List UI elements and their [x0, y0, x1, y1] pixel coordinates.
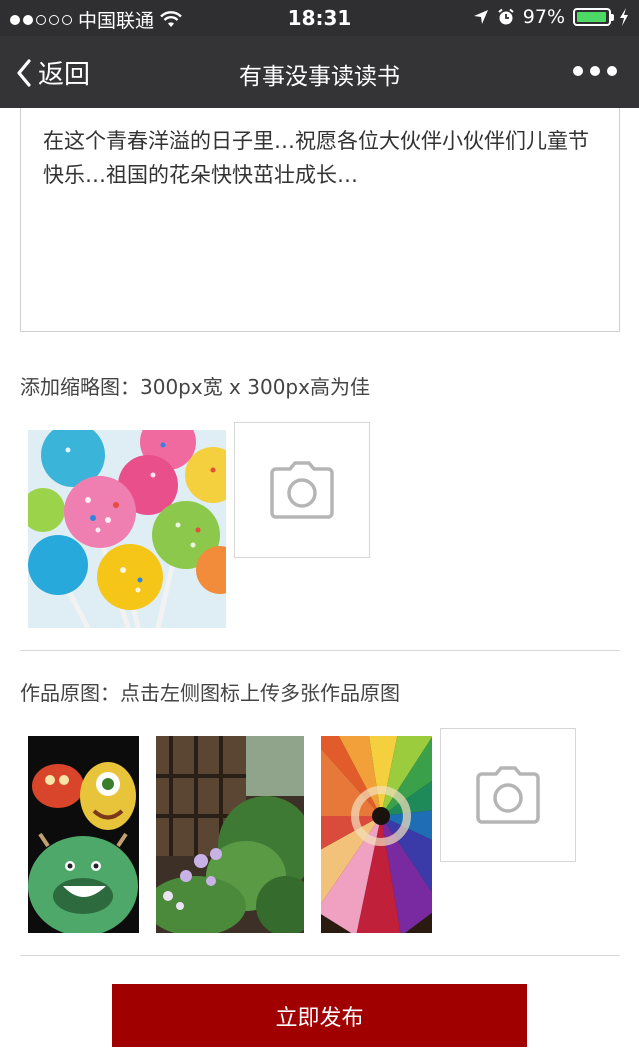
thumbnail-image[interactable]: [28, 430, 226, 628]
cake-pops-image: [28, 430, 226, 628]
battery-icon: [573, 8, 614, 26]
original-image-3[interactable]: [321, 736, 432, 933]
divider: [20, 650, 620, 651]
publish-button[interactable]: 立即发布: [112, 984, 527, 1047]
monsters-image: [28, 736, 139, 933]
original-upload-button[interactable]: [440, 728, 576, 862]
original-image-1[interactable]: [28, 736, 139, 933]
camera-icon: [476, 766, 540, 824]
camera-icon: [270, 461, 334, 519]
more-button[interactable]: [573, 58, 617, 84]
battery-percent: 97%: [522, 6, 565, 28]
content-textarea[interactable]: 在这个青春洋溢的日子里…祝愿各位大伙伴小伙伴们儿童节快乐…祖国的花朵快快茁壮成长…: [20, 108, 620, 332]
status-bar: 中国联通 18:31 97%: [0, 0, 639, 36]
charging-icon: [620, 8, 628, 26]
nav-bar: 返回 有事没事读读书: [0, 36, 639, 108]
divider: [20, 955, 620, 956]
page-title: 有事没事读读书: [239, 64, 400, 90]
garden-image: [156, 736, 304, 933]
original-image-2[interactable]: [156, 736, 304, 933]
colored-pencils-image: [321, 736, 432, 933]
more-dots-icon: [573, 66, 583, 76]
location-arrow-icon: [473, 10, 488, 24]
thumbnail-upload-button[interactable]: [234, 422, 370, 558]
thumbnail-label: 添加缩略图：300px宽 x 300px高为佳: [20, 375, 370, 399]
alarm-icon: [498, 8, 514, 25]
status-right: 97%: [473, 6, 629, 28]
original-images-label: 作品原图：点击左侧图标上传多张作品原图: [20, 681, 400, 705]
